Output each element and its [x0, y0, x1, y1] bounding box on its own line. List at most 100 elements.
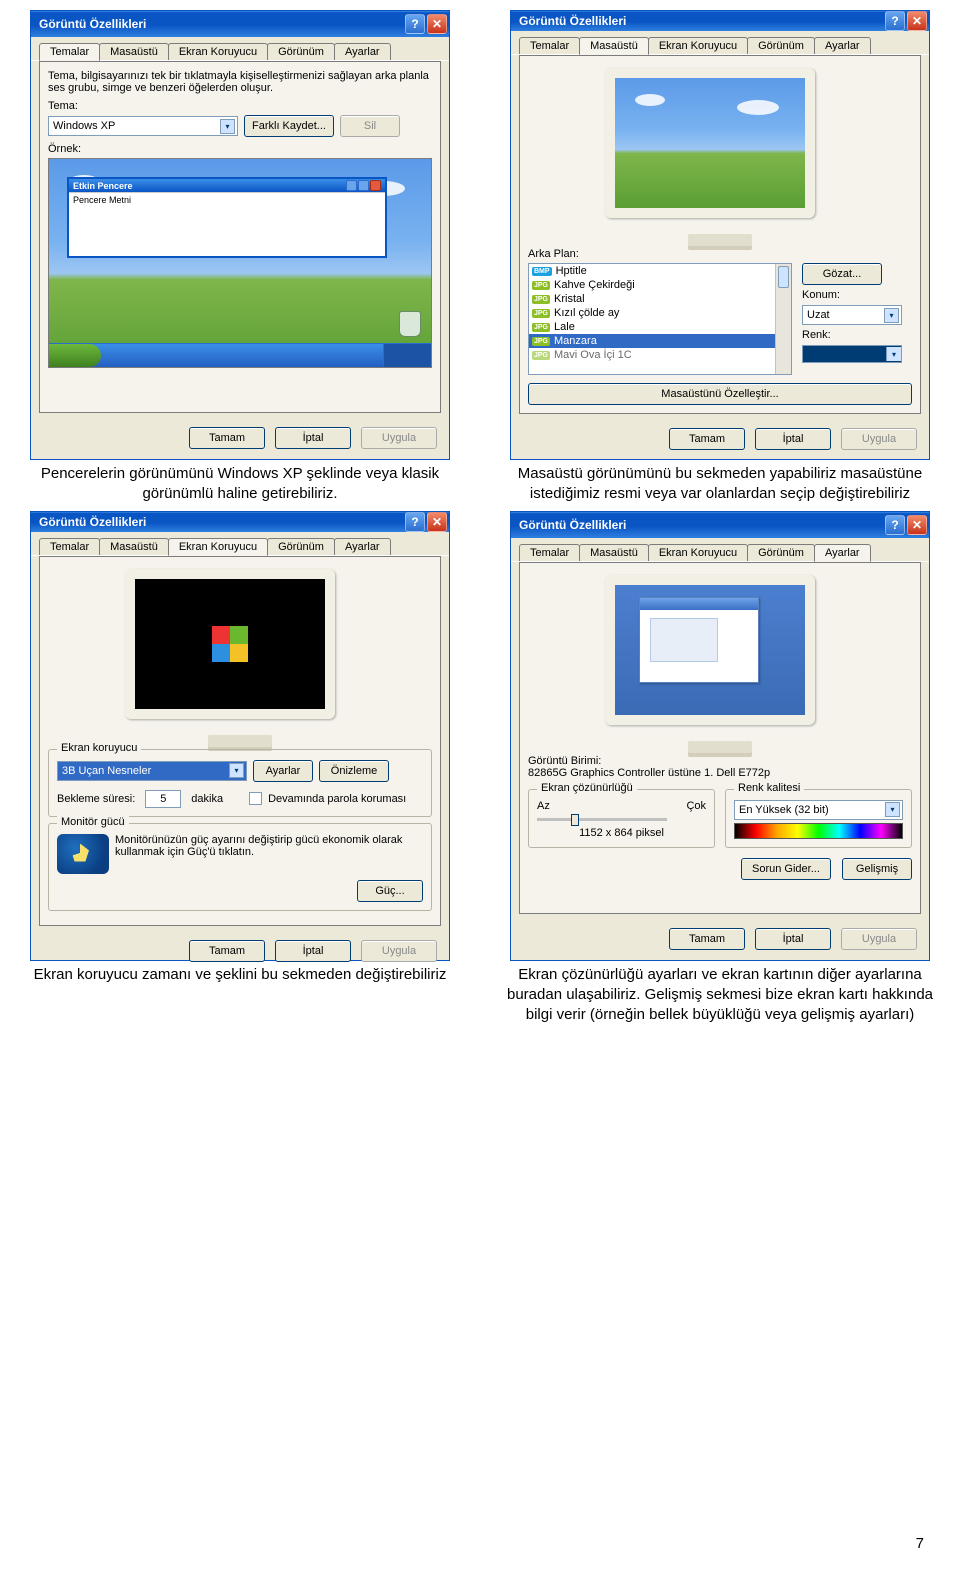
- tab-strip: Temalar Masaüstü Ekran Koruyucu Görünüm …: [31, 37, 449, 61]
- cancel-button[interactable]: İptal: [275, 427, 351, 449]
- settings-panel: Görüntü Birimi: 82865G Graphics Controll…: [519, 562, 921, 914]
- close-icon[interactable]: ✕: [907, 11, 927, 31]
- tab-themes[interactable]: Temalar: [39, 538, 100, 555]
- tab-strip: Temalar Masaüstü Ekran Koruyucu Görünüm …: [511, 538, 929, 562]
- preview-button[interactable]: Önizleme: [319, 760, 389, 782]
- titlebar[interactable]: Görüntü Özellikleri ? ✕: [511, 512, 929, 538]
- wait-spinner[interactable]: 5: [145, 790, 181, 808]
- tab-settings[interactable]: Ayarlar: [334, 43, 391, 60]
- close-icon[interactable]: ✕: [427, 14, 447, 34]
- titlebar[interactable]: Görüntü Özellikleri ? ✕: [31, 11, 449, 37]
- customize-desktop-button[interactable]: Masaüstünü Özelleştir...: [528, 383, 912, 405]
- ok-button[interactable]: Tamam: [669, 428, 745, 450]
- scrollbar[interactable]: [775, 264, 791, 374]
- wait-unit: dakika: [191, 793, 223, 805]
- tab-desktop[interactable]: Masaüstü: [99, 538, 169, 555]
- cancel-button[interactable]: İptal: [755, 428, 831, 450]
- help-icon[interactable]: ?: [405, 512, 425, 532]
- help-icon[interactable]: ?: [405, 14, 425, 34]
- tab-strip: Temalar Masaüstü Ekran Koruyucu Görünüm …: [511, 31, 929, 55]
- list-item: JPGMavi Ova İçi 1C: [529, 348, 791, 362]
- tab-themes[interactable]: Temalar: [519, 544, 580, 561]
- windows-logo-icon: [212, 626, 248, 662]
- tab-appearance[interactable]: Görünüm: [267, 538, 335, 555]
- adapter-value: 82865G Graphics Controller üstüne 1. Del…: [528, 767, 912, 779]
- wait-label: Bekleme süresi:: [57, 793, 135, 805]
- list-item: JPGLale: [529, 320, 791, 334]
- recycle-bin-icon: [399, 311, 421, 337]
- advanced-button[interactable]: Gelişmiş: [842, 858, 912, 880]
- tab-appearance[interactable]: Görünüm: [267, 43, 335, 60]
- screensaver-combo[interactable]: 3B Uçan Nesneler▾: [57, 761, 247, 781]
- resolution-group: Ekran çözünürlüğü Az Çok 1152 x 864 piks…: [528, 789, 715, 848]
- tab-settings[interactable]: Ayarlar: [814, 37, 871, 54]
- tab-desktop[interactable]: Masaüstü: [99, 43, 169, 60]
- close-icon[interactable]: ✕: [427, 512, 447, 532]
- list-item: BMPHptitle: [529, 264, 791, 278]
- monitor-preview: [605, 575, 835, 745]
- res-less: Az: [537, 800, 550, 812]
- background-list[interactable]: BMPHptitle JPGKahve Çekirdeği JPGKristal…: [528, 263, 792, 375]
- energy-star-icon: [57, 834, 109, 874]
- cancel-button[interactable]: İptal: [755, 928, 831, 950]
- ok-button[interactable]: Tamam: [189, 427, 265, 449]
- tab-screensaver[interactable]: Ekran Koruyucu: [648, 37, 748, 54]
- titlebar[interactable]: Görüntü Özellikleri ? ✕: [511, 11, 929, 31]
- screensaver-group: Ekran koruyucu 3B Uçan Nesneler▾ Ayarlar…: [48, 749, 432, 817]
- color-gradient-icon: [734, 823, 903, 839]
- tab-themes[interactable]: Temalar: [519, 37, 580, 54]
- power-button[interactable]: Güç...: [357, 880, 423, 902]
- display-properties-desktop: Görüntü Özellikleri ? ✕ Temalar Masaüstü…: [510, 10, 930, 460]
- apply-button: Uygula: [361, 427, 437, 449]
- apply-button: Uygula: [841, 928, 917, 950]
- tab-settings[interactable]: Ayarlar: [334, 538, 391, 555]
- tab-screensaver[interactable]: Ekran Koruyucu: [168, 43, 268, 60]
- color-label: Renk:: [802, 329, 831, 341]
- tab-screensaver[interactable]: Ekran Koruyucu: [648, 544, 748, 561]
- tab-desktop[interactable]: Masaüstü: [579, 544, 649, 561]
- page-number: 7: [916, 1535, 924, 1552]
- password-checkbox[interactable]: [249, 792, 262, 805]
- troubleshoot-button[interactable]: Sorun Gider...: [741, 858, 831, 880]
- delete-button: Sil: [340, 115, 400, 137]
- tab-desktop[interactable]: Masaüstü: [579, 37, 649, 55]
- save-as-button[interactable]: Farklı Kaydet...: [244, 115, 334, 137]
- list-item: JPGManzara: [529, 334, 791, 348]
- screensaver-panel: Ekran koruyucu 3B Uçan Nesneler▾ Ayarlar…: [39, 556, 441, 926]
- close-icon[interactable]: ✕: [907, 515, 927, 535]
- tab-appearance[interactable]: Görünüm: [747, 544, 815, 561]
- caption-themes: Pencerelerin görünümünü Windows XP şekli…: [20, 464, 460, 505]
- window-title: Görüntü Özellikleri: [519, 14, 626, 28]
- tab-screensaver[interactable]: Ekran Koruyucu: [168, 538, 268, 556]
- caption-desktop: Masaüstü görünümünü bu sekmeden yapabili…: [500, 464, 940, 505]
- themes-panel: Tema, bilgisayarınızı tek bir tıklatmayl…: [39, 61, 441, 413]
- color-quality-combo[interactable]: En Yüksek (32 bit)▾: [734, 800, 903, 820]
- tab-appearance[interactable]: Görünüm: [747, 37, 815, 54]
- list-item: JPGKristal: [529, 292, 791, 306]
- sample-label: Örnek:: [48, 143, 432, 155]
- desktop-panel: Arka Plan: BMPHptitle JPGKahve Çekirdeği…: [519, 55, 921, 414]
- monitor-power-group: Monitör gücü Monitörünüzün güç ayarını d…: [48, 823, 432, 911]
- preview-active-window: Etkin Pencere Pencere Metni: [67, 177, 387, 258]
- monitor-preview: [605, 68, 835, 238]
- display-properties-settings: Görüntü Özellikleri ? ✕ Temalar Masaüstü…: [510, 511, 930, 961]
- ss-settings-button[interactable]: Ayarlar: [253, 760, 313, 782]
- help-icon[interactable]: ?: [885, 11, 905, 31]
- apply-button: Uygula: [841, 428, 917, 450]
- caption-screensaver: Ekran koruyucu zamanı ve şeklini bu sekm…: [34, 965, 447, 985]
- theme-combo[interactable]: Windows XP▾: [48, 116, 238, 136]
- browse-button[interactable]: Gözat...: [802, 263, 882, 285]
- tab-themes[interactable]: Temalar: [39, 43, 100, 61]
- titlebar[interactable]: Görüntü Özellikleri ? ✕: [31, 512, 449, 532]
- apply-button: Uygula: [361, 940, 437, 962]
- color-combo[interactable]: ▾: [802, 345, 902, 363]
- help-icon[interactable]: ?: [885, 515, 905, 535]
- ok-button[interactable]: Tamam: [669, 928, 745, 950]
- resolution-slider[interactable]: [537, 818, 667, 821]
- position-combo[interactable]: Uzat▾: [802, 305, 902, 325]
- ok-button[interactable]: Tamam: [189, 940, 265, 962]
- cancel-button[interactable]: İptal: [275, 940, 351, 962]
- tab-settings[interactable]: Ayarlar: [814, 544, 871, 562]
- res-more: Çok: [686, 800, 706, 812]
- window-title: Görüntü Özellikleri: [39, 17, 146, 31]
